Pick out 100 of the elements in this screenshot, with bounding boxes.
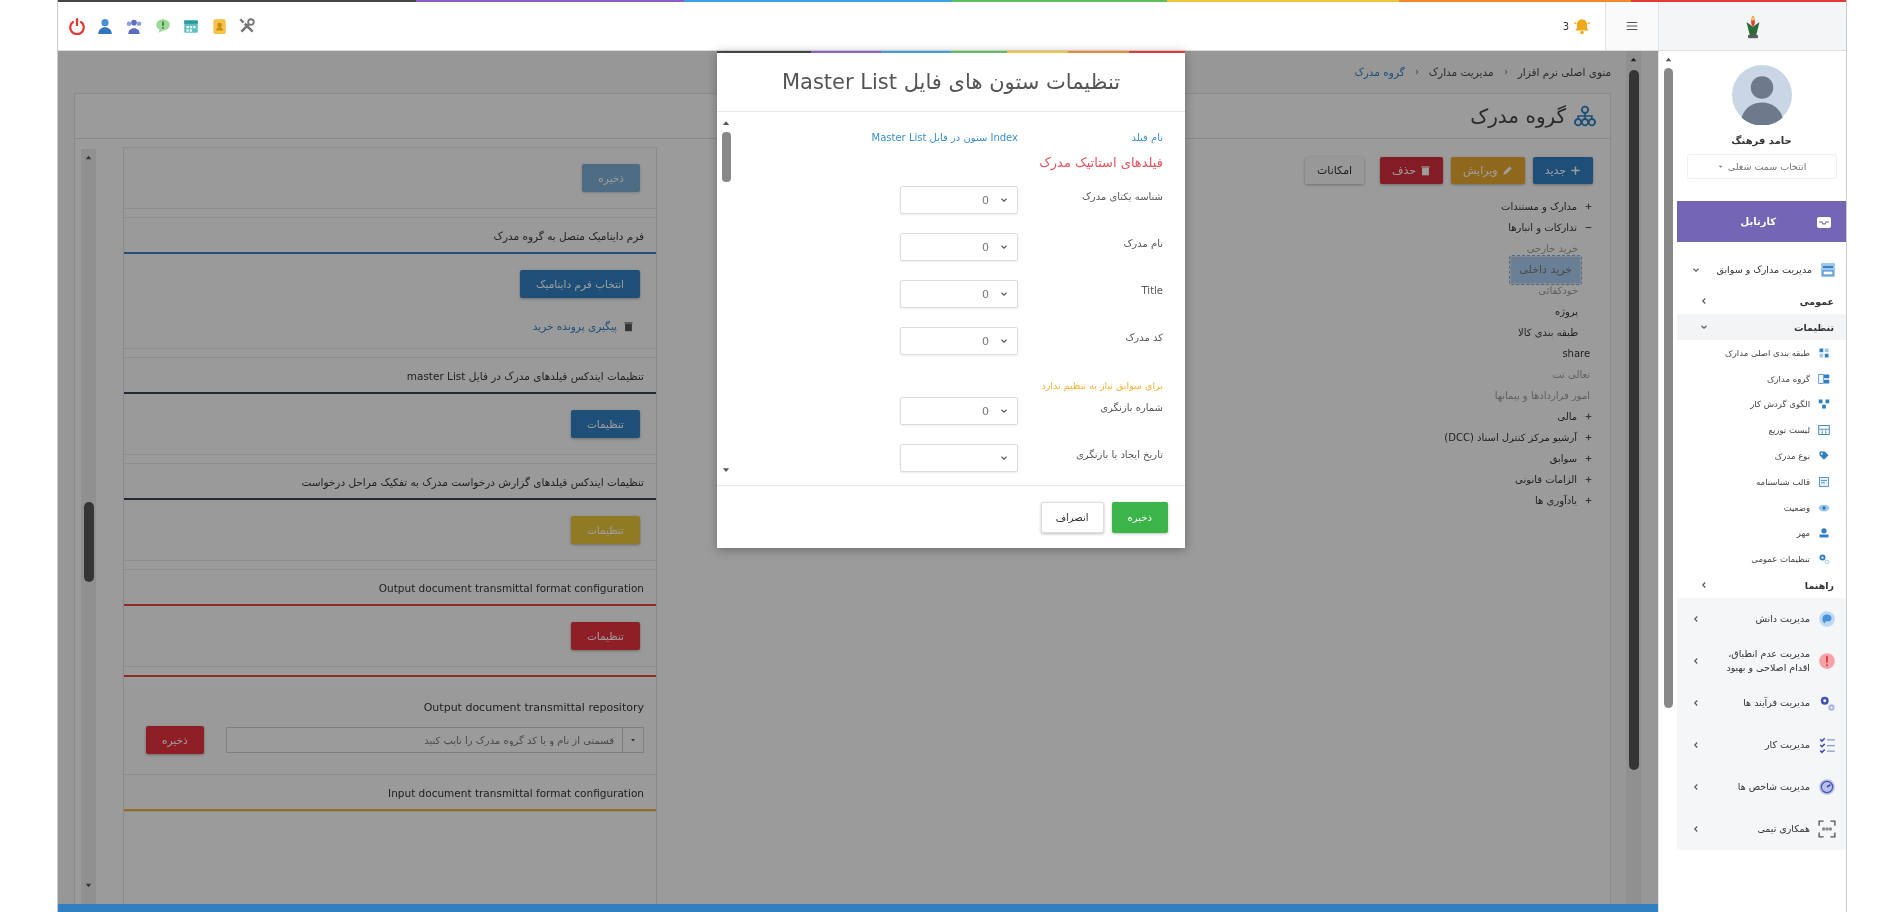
menu-item[interactable]: مدیریت فرآیند ها — [1677, 682, 1846, 725]
section-header: تنظیمات ایندکس فیلدهای مدرک در فایل master List — [405, 369, 645, 385]
plus-icon[interactable] — [1584, 433, 1594, 442]
tree-item[interactable]: سوابق — [1546, 451, 1581, 466]
plus-icon[interactable] — [1584, 412, 1594, 421]
tree-item[interactable]: آرشیو مرکز کنترل اسناد (DCC) — [1441, 430, 1581, 445]
action-button[interactable]: تنظیمات — [570, 410, 640, 438]
scroll-thumb[interactable] — [1664, 68, 1674, 708]
field-label: نام مدرک — [1122, 237, 1163, 251]
submenu-link[interactable]: طبقه بندی اصلی مدارک — [1677, 340, 1846, 366]
stamp-icon — [1818, 527, 1830, 540]
index-select[interactable]: 0 — [900, 397, 1018, 425]
index-select[interactable]: 0 — [900, 233, 1018, 261]
submenu-link[interactable]: مهر — [1677, 520, 1846, 547]
submenu-link[interactable]: نوع مدرک — [1677, 443, 1846, 469]
column-header: Index ستون در فایل Master List — [871, 132, 1018, 143]
menu-icon[interactable] — [1625, 19, 1639, 33]
tree-item[interactable]: طبقه بندی کالا — [1514, 325, 1582, 340]
alert-icon — [1818, 652, 1836, 671]
index-select[interactable]: 0 — [900, 327, 1018, 355]
tree-item[interactable]: الزامات قانونی — [1512, 472, 1581, 487]
purchase-file-link[interactable]: پیگیری پرونده خرید — [532, 320, 617, 332]
tree-item[interactable]: پروژه — [1551, 304, 1582, 319]
menu-item[interactable]: مدیریت دانش — [1677, 598, 1846, 641]
menu-item[interactable]: مدیریت کار — [1677, 724, 1846, 767]
scrollbar[interactable] — [1626, 51, 1642, 904]
gear-icon — [1818, 553, 1830, 566]
scroll-thumb[interactable] — [721, 132, 731, 182]
save-button[interactable]: ذخیره — [146, 726, 204, 754]
note-text: برای سوابق نیاز به تنظیم ندارد — [1040, 379, 1163, 393]
scroll-up-icon[interactable] — [1629, 55, 1639, 64]
breadcrumb-link[interactable]: مدیریت مدارک — [1428, 66, 1494, 78]
scroll-up-icon[interactable] — [84, 153, 93, 162]
scroll-up-icon[interactable] — [1664, 55, 1674, 64]
new-button[interactable]: جدید — [1532, 157, 1594, 184]
nodes-icon — [1818, 398, 1830, 411]
tree-item[interactable]: مدارک و مستندات — [1498, 199, 1581, 214]
scrollbar[interactable] — [81, 149, 96, 904]
caret-icon — [629, 736, 637, 744]
plus-icon[interactable] — [1584, 454, 1594, 463]
page-title: گروه مدرک — [1470, 104, 1567, 128]
menu-item[interactable]: همکاری تیمی — [1677, 808, 1846, 851]
action-button[interactable]: انتخاب فرم داینامیک — [520, 270, 640, 298]
submenu-link[interactable]: لیست توزیع — [1677, 417, 1846, 444]
kartable-button[interactable]: کارتابل — [1677, 201, 1846, 242]
submenu-link[interactable]: وضعیت — [1677, 494, 1846, 521]
plus-icon[interactable] — [1584, 496, 1594, 505]
submenu-link[interactable]: تنظیمات عمومی — [1677, 546, 1846, 573]
submenu-link[interactable]: گروه مدارک — [1677, 365, 1846, 392]
gauge-icon — [1818, 778, 1836, 797]
chat-icon[interactable] — [154, 17, 172, 35]
plus-icon[interactable] — [1584, 202, 1594, 211]
submenu-item[interactable]: عمومی — [1677, 288, 1846, 314]
section-heading: فیلدهای استاتیک مدرک — [1038, 154, 1163, 173]
repository-label: Output document transmittal repository — [422, 701, 644, 714]
scroll-thumb[interactable] — [83, 502, 94, 582]
column-header: نام فیلد — [1131, 132, 1163, 143]
menu-item[interactable]: مدیریت شاخص ها — [1677, 766, 1846, 809]
plus-icon[interactable] — [1584, 475, 1594, 484]
scroll-thumb[interactable] — [1628, 70, 1639, 770]
delete-button[interactable]: حذف — [1380, 157, 1444, 184]
calendar-icon[interactable] — [182, 17, 200, 35]
trash-icon[interactable] — [623, 320, 634, 332]
tools-icon[interactable] — [238, 17, 256, 35]
user-icon[interactable] — [96, 17, 114, 35]
options-button[interactable]: امکانات — [1304, 157, 1365, 184]
avatar — [1731, 65, 1792, 125]
index-select[interactable]: 0 — [900, 186, 1018, 214]
submenu-link[interactable]: قالب شناسنامه — [1677, 469, 1846, 495]
tree-item[interactable]: تدارکات و انبارها — [1505, 220, 1581, 235]
pencil-icon — [1501, 165, 1513, 176]
trash-icon — [1420, 165, 1432, 176]
power-icon[interactable] — [68, 17, 86, 35]
index-select[interactable]: 0 — [900, 280, 1018, 308]
team-icon — [1818, 820, 1836, 839]
field-label: کد مدرک — [1124, 331, 1163, 345]
menu-item[interactable]: مدیریت عدم انطباق، اقدام اصلاحی و بهبود — [1677, 640, 1846, 683]
dialog-title: تنظیمات ستون های فایل Master List — [781, 70, 1121, 94]
form-icon — [1818, 475, 1830, 488]
gears-icon — [1818, 694, 1836, 713]
blocks-icon — [1818, 346, 1830, 359]
field-label: شناسه یکتای مدرک — [1080, 190, 1163, 204]
breadcrumb-link[interactable]: منوی اصلی نرم افزار — [1517, 66, 1612, 78]
scroll-down-icon[interactable] — [84, 881, 93, 890]
users-icon[interactable] — [124, 17, 144, 35]
section-header: تنظیمات ایندکس فیلدهای گزارش درخواست مدرک به تفکیک مراحل درخواست — [300, 475, 645, 491]
field-label: تاریخ ایجاد یا بازنگری — [1074, 448, 1163, 463]
group-search-field[interactable]: قسمتی از نام و یا کد گروه مدرک را تایپ کنید — [225, 727, 622, 753]
action-button[interactable]: تنظیمات — [570, 622, 640, 650]
submenu-link[interactable]: الگوی گردش کار — [1677, 391, 1846, 418]
submenu-item[interactable]: تنظیمات — [1677, 314, 1846, 340]
tree-item[interactable]: یادآوری ها — [1532, 493, 1581, 508]
submenu-item[interactable]: راهنما — [1677, 572, 1846, 599]
cancel-button[interactable]: انصراف — [1040, 501, 1104, 533]
tree-item[interactable]: share — [1559, 346, 1594, 361]
role-dropdown[interactable]: انتخاب سمت شغلی — [1686, 154, 1837, 179]
table-icon — [1818, 424, 1830, 437]
tree-item[interactable]: مالی — [1554, 409, 1581, 424]
plus-icon — [1570, 165, 1582, 176]
contact-card-icon[interactable] — [210, 17, 228, 35]
